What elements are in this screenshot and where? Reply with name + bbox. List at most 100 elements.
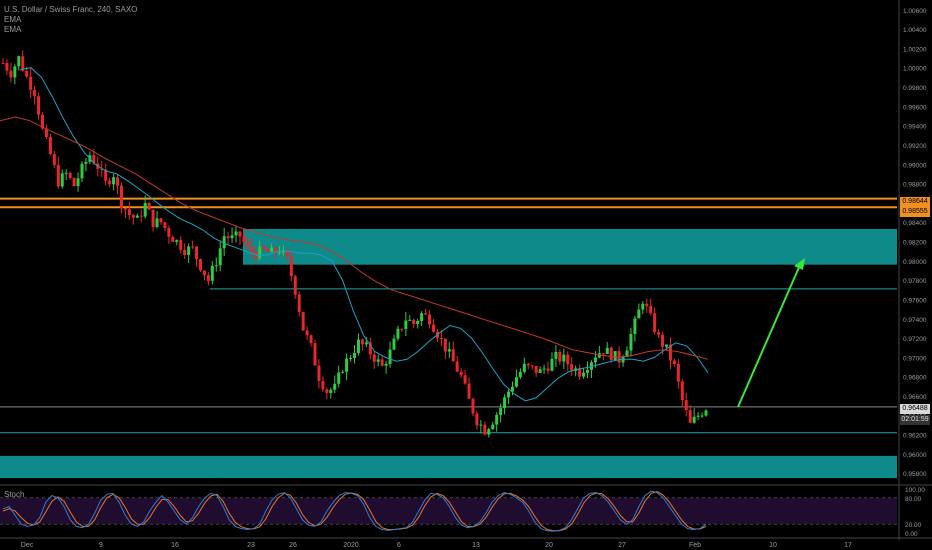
candle-body	[48, 136, 52, 155]
candle-body	[179, 240, 183, 250]
price-tick-label: 0.98400	[903, 220, 927, 227]
candle-body	[586, 369, 590, 373]
time-tick-label: Dec	[21, 542, 34, 549]
candle-body	[147, 202, 151, 210]
candle-body	[704, 410, 708, 416]
price-tick-label: 0.98000	[903, 259, 927, 266]
price-tick-label: 0.97200	[903, 336, 927, 343]
candle-body	[495, 414, 499, 425]
candle-body	[317, 365, 321, 382]
candle-body	[37, 96, 41, 115]
candle-body	[645, 303, 649, 307]
candle-body	[163, 222, 167, 229]
candle-body	[637, 309, 641, 319]
candle-body	[9, 70, 13, 78]
candle-body	[356, 339, 360, 354]
stoch-indicator-label[interactable]: Stoch	[4, 490, 24, 499]
current-price-badge: 0.96488	[900, 404, 930, 414]
candle-body	[198, 259, 202, 271]
price-tick-label: 0.96800	[903, 375, 927, 382]
price-tick-label: 0.99600	[903, 104, 927, 111]
price-tick-label: 0.99200	[903, 143, 927, 150]
candle-body	[13, 66, 17, 78]
candle-body	[483, 424, 487, 435]
candle-body	[238, 231, 242, 237]
price-tick-label: 1.00200	[903, 46, 927, 53]
candle-body	[542, 368, 546, 370]
candle-body	[439, 338, 443, 340]
candle-body	[696, 415, 700, 417]
candle-body	[262, 246, 266, 250]
candle-body	[293, 276, 297, 295]
candle-body	[242, 236, 246, 242]
candle-body	[112, 177, 116, 185]
orange-level-badge-1: 0.98644	[900, 197, 930, 207]
candle-body	[64, 172, 68, 174]
candle-body	[388, 349, 392, 364]
price-tick-label: 1.00400	[903, 27, 927, 34]
candle-body	[17, 56, 21, 67]
candle-body	[546, 368, 550, 371]
candle-body	[605, 347, 609, 354]
price-chart[interactable]: 1.00600 1.00400 1.00200 1.00000 0.99800 0.996…	[0, 0, 932, 550]
time-tick-label: 10	[769, 542, 777, 549]
candle-body	[676, 364, 680, 382]
candle-body	[234, 231, 238, 236]
price-tick-label: 0.99400	[903, 124, 927, 131]
orange-level-badge-2: 0.98555	[900, 207, 930, 217]
candle-body	[187, 246, 191, 255]
candle-body	[214, 265, 218, 267]
candle-body	[684, 400, 688, 410]
candle-body	[503, 397, 507, 409]
stoch-tick-label: 80.00	[905, 496, 922, 503]
candle-body	[570, 364, 574, 371]
candle-body	[487, 429, 491, 435]
candle-body	[680, 381, 684, 401]
candle-body	[609, 347, 613, 361]
candle-body	[135, 215, 139, 218]
price-axis	[899, 0, 932, 550]
price-tick-label: 0.99000	[903, 162, 927, 169]
ema-indicator-1-label[interactable]: EMA	[4, 15, 137, 25]
candle-body	[672, 360, 676, 365]
candle-body	[52, 154, 56, 165]
candle-body	[341, 371, 345, 373]
candle-body	[412, 319, 416, 325]
candle-body	[1, 62, 5, 64]
candle-body	[601, 353, 605, 355]
candle-body	[80, 163, 84, 179]
candle-body	[210, 265, 214, 281]
candle-body	[175, 240, 179, 242]
time-tick-label: 6	[397, 542, 401, 549]
candle-body	[534, 365, 538, 373]
candle-body	[226, 236, 230, 239]
candle-body	[467, 383, 471, 399]
candle-body	[68, 172, 72, 178]
candle-body	[191, 246, 195, 248]
candle-body	[653, 313, 657, 333]
candle-body	[309, 335, 313, 344]
candle-body	[329, 389, 333, 393]
candle-body	[60, 173, 64, 187]
candle-body	[349, 358, 353, 360]
candle-body	[550, 358, 554, 371]
price-tick-label: 0.97600	[903, 297, 927, 304]
candle-body	[613, 351, 617, 361]
candle-body	[195, 246, 199, 260]
candle-body	[33, 89, 37, 97]
ema-indicator-2-label[interactable]: EMA	[4, 25, 137, 35]
price-tick-label: 0.95800	[903, 471, 927, 478]
candle-body	[566, 354, 570, 365]
countdown-badge: 02:01:59	[900, 415, 930, 425]
candle-body	[56, 164, 60, 187]
candle-body	[665, 344, 669, 347]
candle-body	[364, 342, 368, 345]
candle-body	[384, 363, 388, 366]
time-tick-label: 16	[171, 542, 179, 549]
candle-body	[538, 369, 542, 373]
time-tick-label: 27	[618, 542, 626, 549]
candle-body	[700, 415, 704, 417]
candle-body	[167, 228, 171, 237]
price-tick-label: 0.96000	[903, 452, 927, 459]
supply-demand-zone	[0, 455, 897, 479]
